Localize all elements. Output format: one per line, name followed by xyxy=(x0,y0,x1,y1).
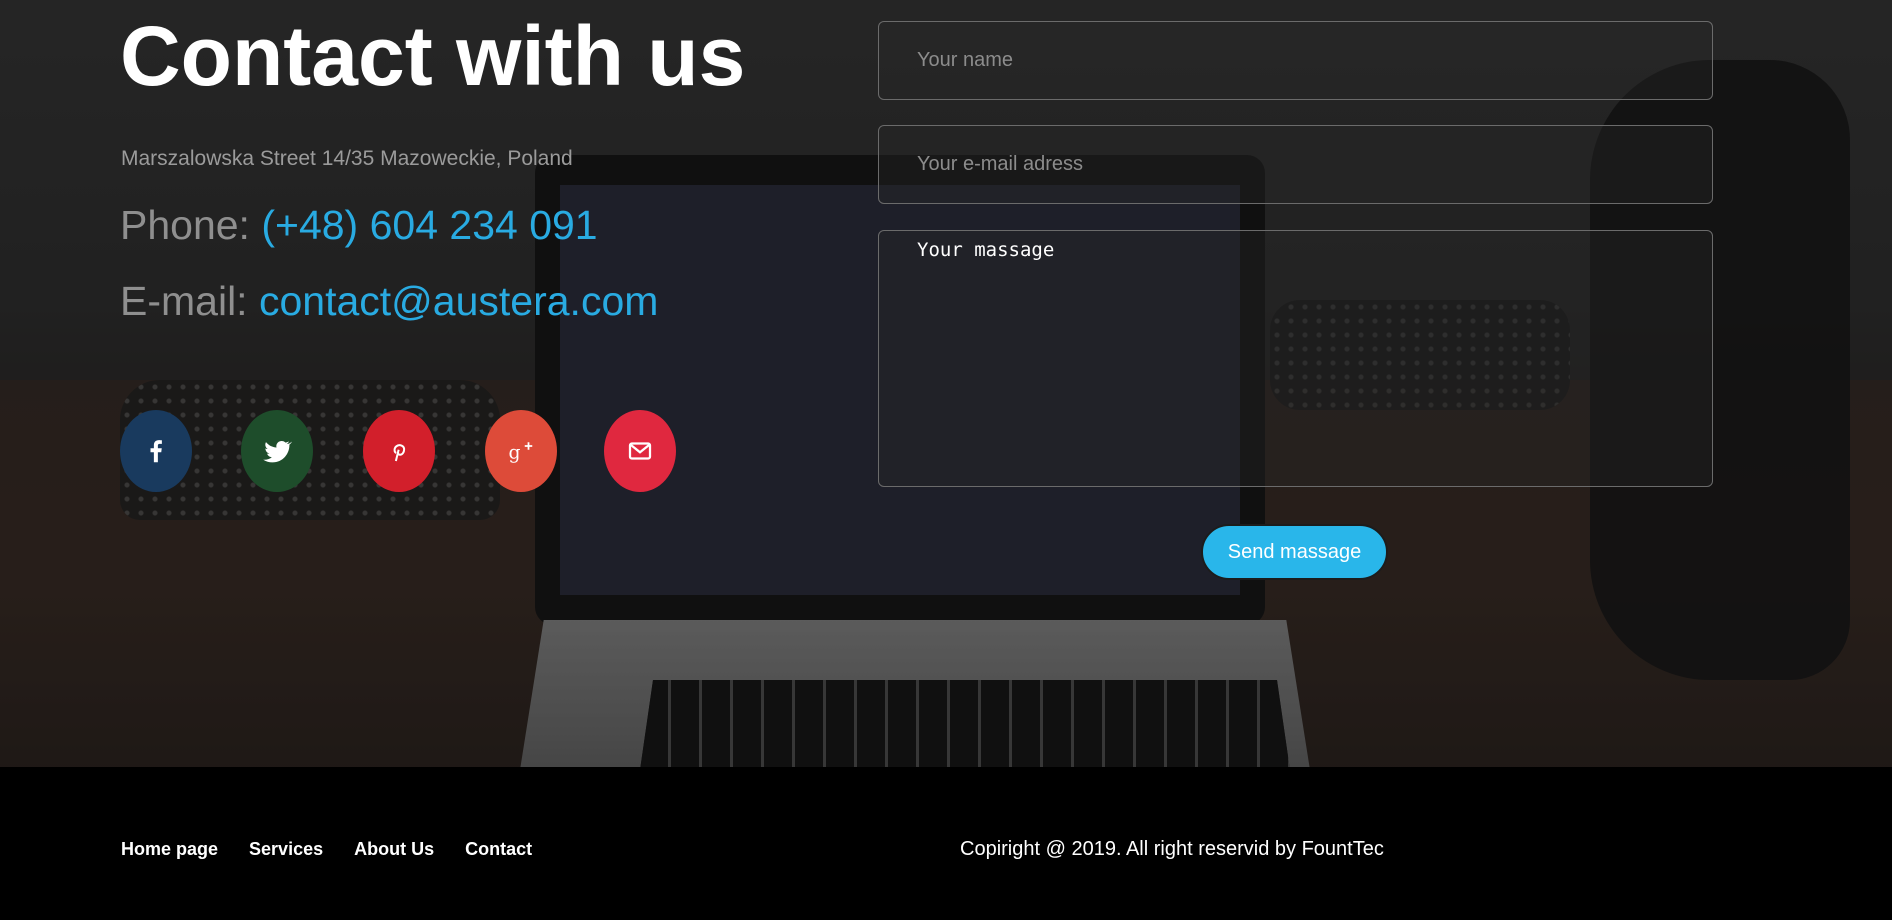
email-link[interactable]: contact@austera.com xyxy=(259,278,658,324)
send-button[interactable]: Send massage xyxy=(1201,524,1388,580)
footer-link-about[interactable]: About Us xyxy=(354,839,434,860)
footer-nav: Home page Services About Us Contact xyxy=(121,839,532,860)
mail-button[interactable] xyxy=(604,410,676,492)
pinterest-button[interactable] xyxy=(363,410,435,492)
phone-link[interactable]: (+48) 604 234 091 xyxy=(261,202,597,248)
svg-text:g: g xyxy=(509,443,521,464)
google-plus-button[interactable]: g xyxy=(485,410,557,492)
hero-section: Contact with us Marszalowska Street 14/3… xyxy=(0,0,1892,767)
footer-link-services[interactable]: Services xyxy=(249,839,323,860)
footer: Home page Services About Us Contact Copi… xyxy=(0,767,1892,920)
page-title: Contact with us xyxy=(120,9,746,103)
twitter-icon xyxy=(263,440,292,463)
email-label: E-mail: xyxy=(120,278,248,324)
mail-icon xyxy=(628,442,652,460)
twitter-button[interactable] xyxy=(241,410,313,492)
email-field[interactable]: Your e-mail adress xyxy=(878,125,1713,204)
facebook-icon xyxy=(150,440,162,463)
email-line: E-mail: contact@austera.com xyxy=(120,278,658,325)
copyright-text: Copiright @ 2019. All right reservid by … xyxy=(960,838,1384,860)
phone-line: Phone: (+48) 604 234 091 xyxy=(120,202,598,249)
name-field[interactable]: Your name xyxy=(878,21,1713,100)
message-field[interactable]: Your massage xyxy=(878,230,1713,487)
address-text: Marszalowska Street 14/35 Mazoweckie, Po… xyxy=(121,147,573,170)
facebook-button[interactable] xyxy=(120,410,192,492)
google-plus-icon: g xyxy=(509,442,533,464)
footer-link-home[interactable]: Home page xyxy=(121,839,218,860)
pinterest-icon xyxy=(393,444,406,462)
footer-link-contact[interactable]: Contact xyxy=(465,839,532,860)
phone-label: Phone: xyxy=(120,202,250,248)
